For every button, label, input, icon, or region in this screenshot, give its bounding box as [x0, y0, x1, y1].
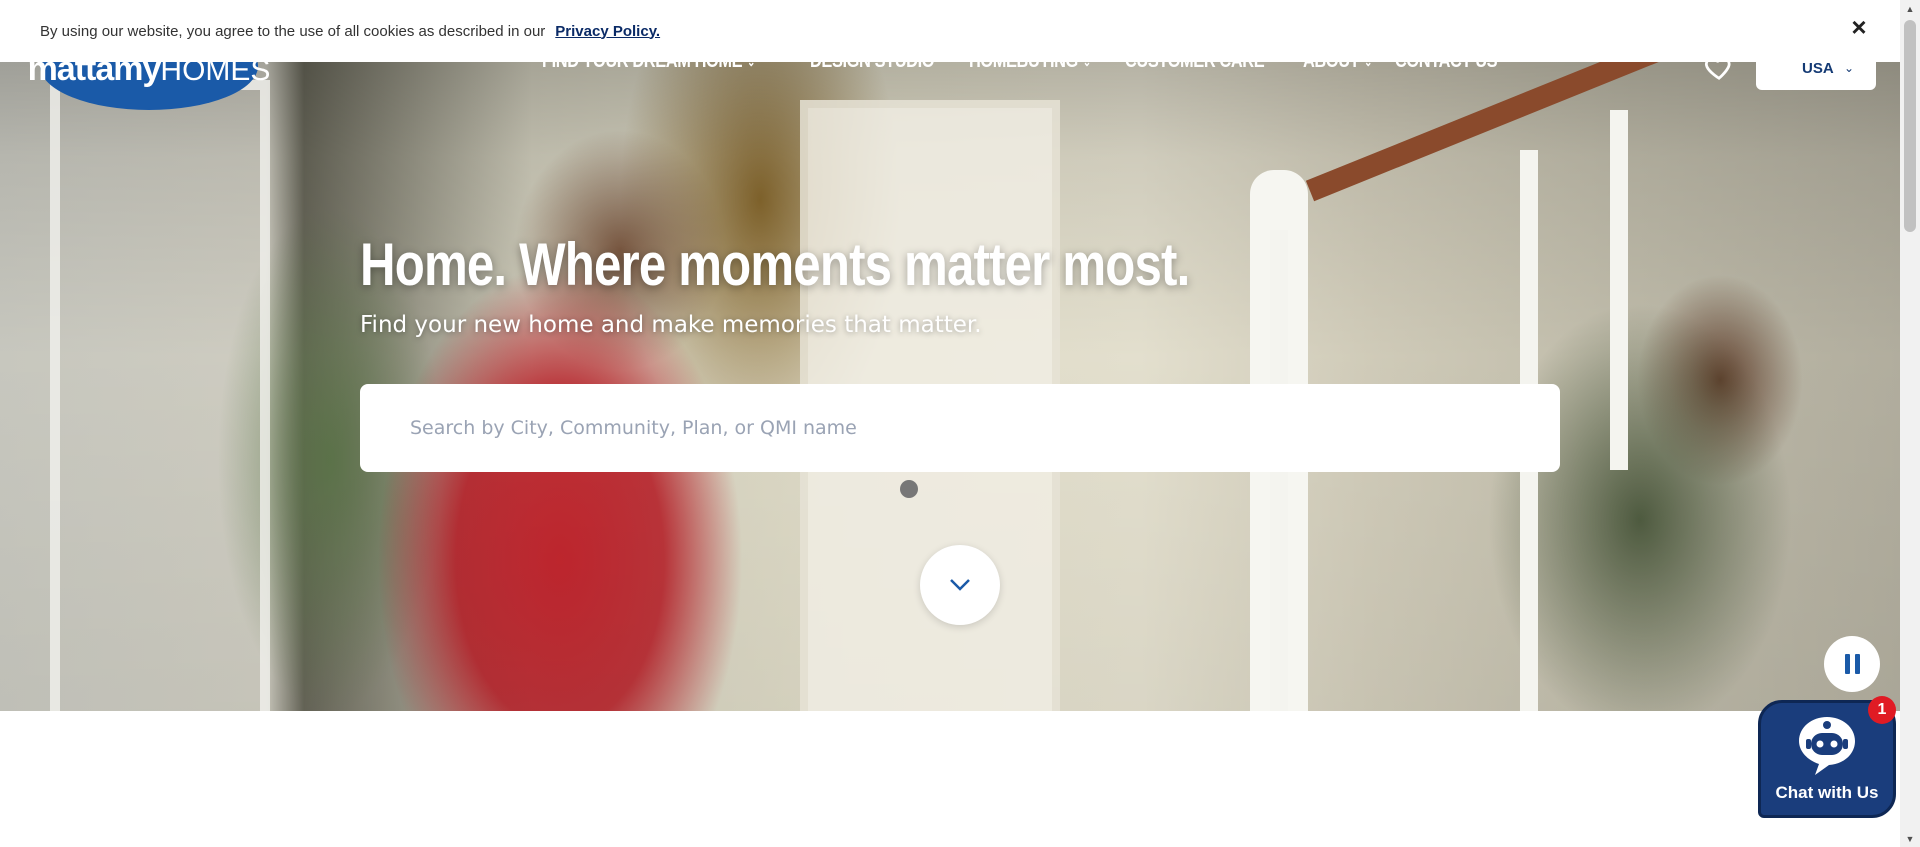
country-selector-value: USA — [1802, 59, 1834, 77]
pause-video-button[interactable] — [1824, 636, 1880, 692]
chevron-down-icon — [950, 579, 970, 591]
chat-label: Chat with Us — [1775, 783, 1879, 802]
pause-icon — [1844, 654, 1850, 674]
privacy-policy-link[interactable]: Privacy Policy. — [555, 23, 660, 40]
notification-badge: 1 — [1868, 696, 1896, 724]
hero-subheadline: Find your new home and make memories tha… — [360, 312, 982, 338]
close-icon[interactable]: × — [1846, 12, 1872, 42]
stair-baluster — [1610, 110, 1628, 470]
scrollbar-thumb[interactable] — [1904, 20, 1916, 232]
cookie-message: By using our website, you agree to the u… — [40, 22, 546, 40]
search-input[interactable] — [360, 384, 1560, 472]
cookie-banner: By using our website, you agree to the u… — [0, 0, 1900, 62]
door-knob — [900, 480, 918, 498]
hero-headline: Home. Where moments matter most. — [360, 231, 1190, 298]
page-scrollbar[interactable]: ▲ ▼ — [1900, 0, 1920, 847]
scroll-down-button[interactable] — [920, 545, 1000, 625]
scroll-down-arrow-icon[interactable]: ▼ — [1900, 830, 1920, 847]
pause-icon — [1854, 654, 1860, 674]
chevron-down-icon: ⌄ — [1843, 61, 1854, 75]
robot-icon — [1799, 717, 1855, 775]
scroll-up-arrow-icon[interactable]: ▲ — [1900, 0, 1920, 17]
door-frame — [50, 80, 270, 711]
